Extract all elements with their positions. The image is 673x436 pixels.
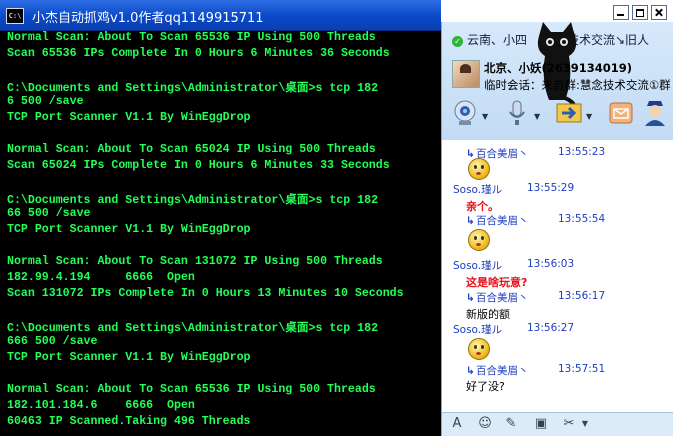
- console-line: C:\Documents and Settings\Administrator\…: [7, 194, 379, 207]
- message-time: 13:55:29: [527, 182, 575, 194]
- session-label: 临时会话：来自群:慧念技术交流①群: [484, 78, 671, 92]
- message-header: Soso.瑾ル 13:55:29: [453, 182, 574, 197]
- console-titlebar[interactable]: C:\ 小杰自动抓鸡v1.0作者qq1149915711: [0, 0, 441, 31]
- message-header: ↳百合美眉丶 13:55:54: [466, 213, 605, 228]
- close-button[interactable]: [651, 5, 667, 20]
- message-sender: 百合美眉丶: [476, 292, 529, 304]
- message-time: 13:56:27: [527, 322, 575, 334]
- message-header: Soso.瑾ル 13:56:03: [453, 258, 574, 273]
- minimize-button[interactable]: [613, 5, 629, 20]
- console-line: Normal Scan: About To Scan 131072 IP Usi…: [7, 255, 383, 268]
- sender-arrow-icon: ↳: [466, 215, 475, 227]
- console-line: Normal Scan: About To Scan 65536 IP Usin…: [7, 383, 376, 396]
- chat-header: ✓云南、小四 ✓技术交流↘旧人 北京、小妖(2639134019) 临时会话：来…: [442, 22, 673, 140]
- console-line: 66 500 /save: [7, 207, 91, 220]
- message-text: 这是啥玩意?: [466, 276, 528, 289]
- sender-arrow-icon: ↳: [466, 365, 475, 377]
- image-icon[interactable]: ▣: [532, 415, 550, 433]
- console-line: Normal Scan: About To Scan 65024 IP Usin…: [7, 143, 376, 156]
- console-line: TCP Port Scanner V1.1 By WinEggDrop: [7, 111, 251, 124]
- message-time: 13:55:23: [558, 146, 606, 158]
- console-title: 小杰自动抓鸡v1.0作者qq1149915711: [32, 11, 264, 26]
- console-line: Scan 65024 IPs Complete In 0 Hours 6 Min…: [7, 159, 390, 172]
- message-sender: 百合美眉丶: [476, 215, 529, 227]
- microphone-icon[interactable]: [502, 98, 532, 128]
- edit-icon[interactable]: ✎: [502, 415, 520, 433]
- message-header: ↳百合美眉丶 13:56:17: [466, 290, 605, 305]
- console-window[interactable]: C:\ 小杰自动抓鸡v1.0作者qq1149915711 Normal Scan…: [0, 0, 441, 436]
- message-header: ↳百合美眉丶 13:57:51: [466, 363, 605, 378]
- emoji-smiley-icon[interactable]: [468, 229, 490, 251]
- emoji-smiley-icon[interactable]: [468, 158, 490, 180]
- message-time: 13:55:54: [558, 213, 606, 225]
- send-file-icon[interactable]: [554, 98, 584, 128]
- send-file-dropdown-icon[interactable]: ▼: [586, 112, 592, 121]
- message-sender: Soso.瑾ル: [453, 184, 503, 196]
- message-sender: Soso.瑾ル: [453, 260, 503, 272]
- chat-window[interactable]: ✓云南、小四 ✓技术交流↘旧人 北京、小妖(2639134019) 临时会话：来…: [441, 22, 673, 436]
- message-sender: Soso.瑾ル: [453, 324, 503, 336]
- webcam-dropdown-icon[interactable]: ▼: [482, 112, 488, 121]
- mail-icon[interactable]: [606, 98, 636, 128]
- maximize-button[interactable]: [632, 5, 648, 20]
- message-list[interactable]: ↳百合美眉丶 13:55:23 Soso.瑾ル 13:55:29 亲个。 ↳百合美眉丶 13…: [442, 140, 673, 430]
- message-time: 13:56:03: [527, 258, 575, 270]
- console-line: Scan 131072 IPs Complete In 0 Hours 13 M…: [7, 287, 404, 300]
- console-line: C:\Documents and Settings\Administrator\…: [7, 82, 379, 95]
- console-line: Normal Scan: About To Scan 65536 IP Usin…: [7, 31, 376, 44]
- sender-arrow-icon: ↳: [466, 292, 475, 304]
- console-line: TCP Port Scanner V1.1 By WinEggDrop: [7, 351, 251, 364]
- emoji-smiley-icon[interactable]: [468, 338, 490, 360]
- console-line: 182.101.184.6 6666 Open: [7, 399, 195, 412]
- contact-name: 北京、小妖(2639134019): [484, 61, 633, 75]
- contact-avatar[interactable]: [452, 60, 480, 88]
- console-app-icon: C:\: [6, 8, 24, 24]
- message-text: 好了没?: [466, 380, 505, 393]
- police-report-icon[interactable]: [640, 98, 670, 128]
- input-toolbar: A ☺ ✎ ▣ ✂ ▼: [442, 412, 673, 436]
- console-line: TCP Port Scanner V1.1 By WinEggDrop: [7, 223, 251, 236]
- message-sender: 百合美眉丶: [476, 365, 529, 377]
- font-icon[interactable]: A: [448, 415, 466, 433]
- console-line: 666 500 /save: [7, 335, 98, 348]
- webcam-icon[interactable]: [450, 98, 480, 128]
- message-text: 亲个。: [466, 200, 499, 213]
- console-line: 182.99.4.194 6666 Open: [7, 271, 195, 284]
- screenshot-dropdown-icon[interactable]: ▼: [576, 415, 594, 433]
- console-line: Scan 65536 IPs Complete In 0 Hours 6 Min…: [7, 47, 390, 60]
- tab-yunnan[interactable]: ✓ 云南、小四: [452, 31, 527, 48]
- message-time: 13:56:17: [558, 290, 606, 302]
- console-line: 60463 IP Scanned.Taking 496 Threads: [7, 415, 251, 428]
- message-header: Soso.瑾ル 13:56:27: [453, 322, 574, 337]
- microphone-dropdown-icon[interactable]: ▼: [534, 112, 540, 121]
- message-text: 新版的额: [466, 308, 510, 321]
- console-line: C:\Documents and Settings\Administrator\…: [7, 322, 379, 335]
- message-time: 13:57:51: [558, 363, 606, 375]
- emoji-icon[interactable]: ☺: [476, 415, 494, 433]
- online-status-icon: ✓: [452, 36, 463, 47]
- console-output: Normal Scan: About To Scan 65536 IP Usin…: [7, 31, 441, 436]
- console-line: 6 500 /save: [7, 95, 84, 108]
- chat-toolbar: ▼ ▼ ▼: [442, 96, 673, 136]
